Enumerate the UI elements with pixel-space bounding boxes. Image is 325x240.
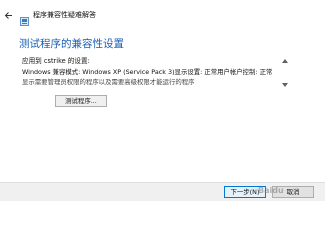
settings-scrollbar[interactable] (280, 56, 289, 92)
back-button[interactable] (3, 9, 14, 21)
title-bar: 程序兼容性疑难解答 (0, 0, 325, 30)
settings-summary-line: Windows 兼容模式: Windows XP (Service Pack 3… (22, 68, 273, 76)
scroll-up-button[interactable] (281, 58, 288, 63)
applied-settings-label: 应用到 cstrike 的设置: (22, 57, 90, 65)
troubleshooter-app-icon (20, 11, 29, 26)
page-heading: 测试程序的兼容性设置 (19, 38, 124, 50)
watermark: Baidu (258, 186, 284, 195)
window-title: 程序兼容性疑难解答 (33, 11, 96, 19)
scroll-up-arrow-icon (281, 58, 288, 63)
test-program-button[interactable]: 测试程序... (55, 95, 107, 107)
settings-summary-box: Windows 兼容模式: Windows XP (Service Pack 3… (21, 67, 291, 89)
scroll-down-button[interactable] (281, 82, 288, 87)
back-arrow-icon (4, 11, 12, 19)
settings-summary-line: 显示需要管理员权限的程序以及需要高级权限才能运行的程序 (22, 78, 195, 86)
scroll-down-arrow-icon (281, 82, 288, 87)
